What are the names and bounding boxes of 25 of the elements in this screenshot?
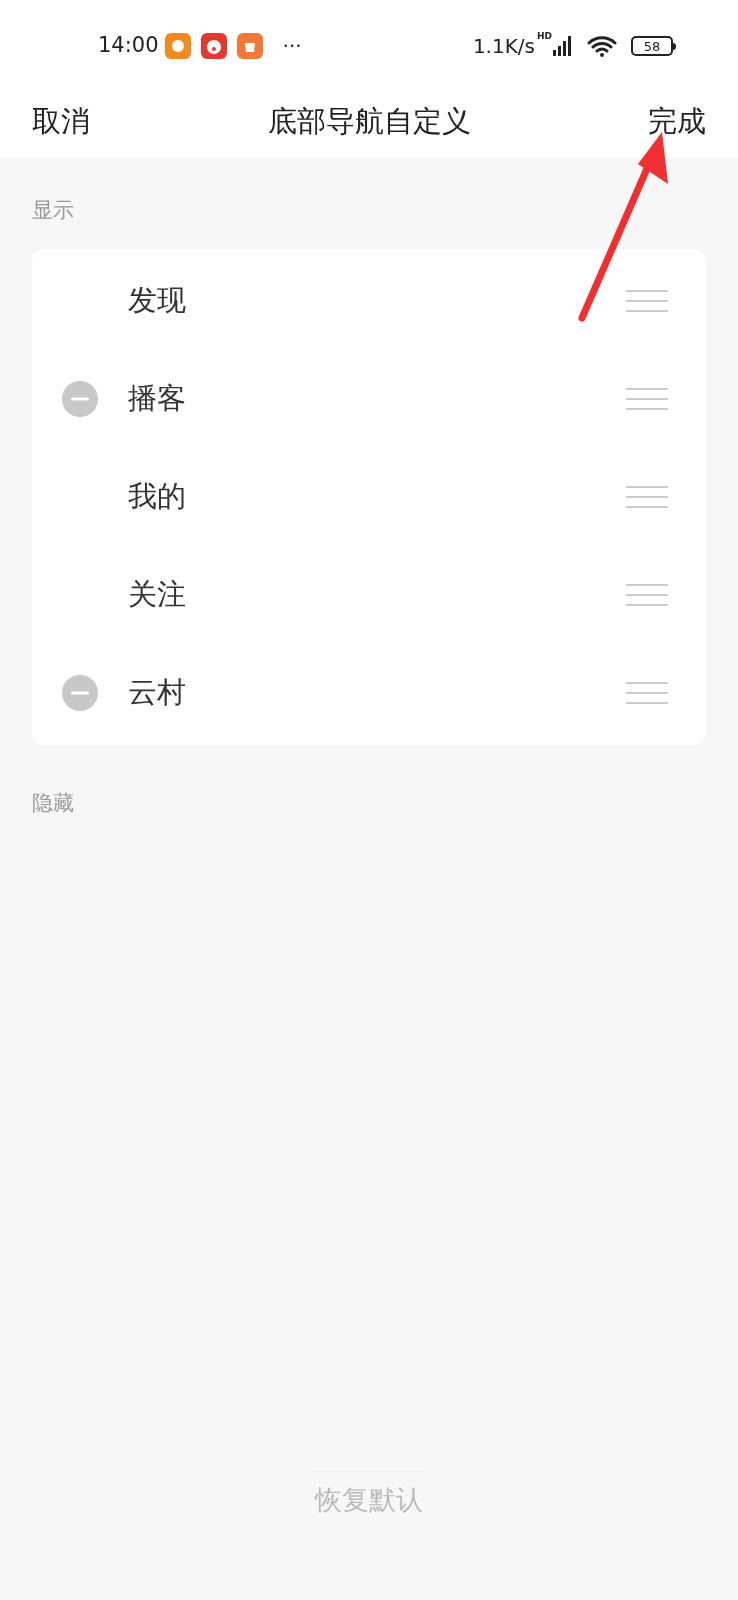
network-type: HD	[537, 30, 552, 43]
bag-app-icon	[236, 33, 263, 59]
nav-item-label: 发现	[128, 282, 186, 320]
nav-item-label: 播客	[128, 380, 186, 418]
drag-handle-icon[interactable]	[626, 388, 668, 410]
page-title: 底部导航自定义	[267, 103, 471, 141]
battery-indicator: 58	[631, 36, 673, 56]
status-time: 14:00	[98, 32, 159, 60]
more-notifications: ···	[282, 33, 302, 60]
done-button[interactable]: 完成	[648, 100, 706, 144]
nav-item-label: 我的	[128, 478, 186, 516]
drag-handle-icon[interactable]	[626, 682, 668, 704]
signal-icon	[553, 36, 573, 56]
nav-item-label: 关注	[128, 576, 186, 614]
cancel-button[interactable]: 取消	[32, 100, 90, 144]
nav-item-label: 云村	[128, 674, 186, 712]
section-label: 显示	[32, 200, 75, 221]
section-label: 隐藏	[32, 793, 75, 814]
remove-icon[interactable]	[62, 381, 98, 417]
drag-handle-icon[interactable]	[626, 290, 668, 312]
network-speed: 1.1K/s	[472, 33, 535, 60]
remove-icon[interactable]	[62, 675, 98, 711]
wifi-icon	[587, 35, 617, 57]
drag-handle-icon[interactable]	[626, 584, 668, 606]
drag-handle-icon[interactable]	[626, 486, 668, 508]
